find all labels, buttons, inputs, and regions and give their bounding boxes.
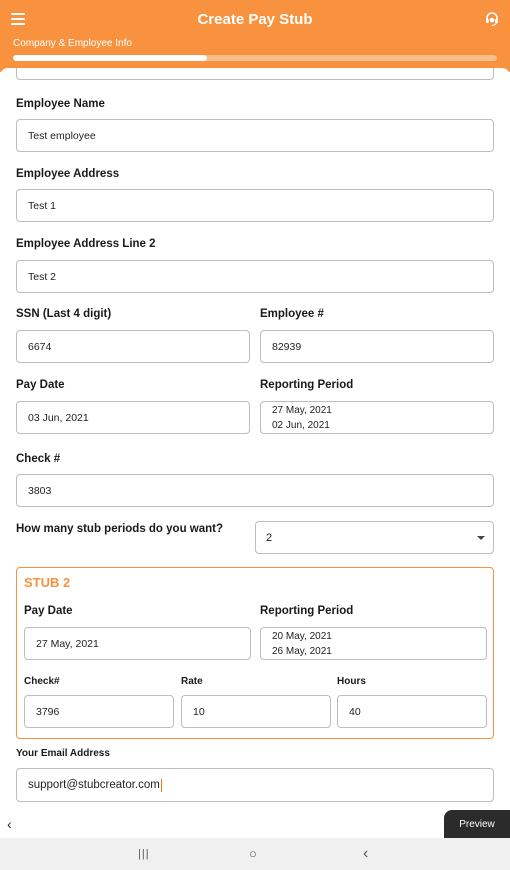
app-bar: Create Pay Stub Company & Employee Info xyxy=(0,0,510,72)
reporting-period-start: 27 May, 2021 xyxy=(272,404,332,416)
email-value: support@stubcreator.com xyxy=(28,779,160,791)
check-label: Check # xyxy=(16,453,61,465)
employee-address-label: Employee Address xyxy=(16,168,120,180)
progress-bar xyxy=(13,55,497,61)
stub2-rate-input[interactable]: 10 xyxy=(181,695,331,728)
stub2-check-label: Check# xyxy=(24,676,60,687)
stub2-pay-date-input[interactable]: 27 May, 2021 xyxy=(24,627,251,660)
pay-date-input[interactable]: 03 Jun, 2021 xyxy=(16,401,250,434)
previous-field[interactable] xyxy=(16,68,494,80)
pay-date-label: Pay Date xyxy=(16,379,65,391)
recents-button[interactable]: ||| xyxy=(138,846,150,862)
stub2-pay-date-label: Pay Date xyxy=(24,605,73,617)
stub2-check-input[interactable]: 3796 xyxy=(24,695,174,728)
stub2-rate-label: Rate xyxy=(181,676,203,687)
reporting-period-end: 02 Jun, 2021 xyxy=(272,419,330,431)
stub2-hours-input[interactable]: 40 xyxy=(337,695,487,728)
step-label: Company & Employee Info xyxy=(13,38,132,49)
form-sheet[interactable]: Employee Name Test employee Employee Add… xyxy=(0,68,510,810)
reporting-period-label: Reporting Period xyxy=(260,379,354,391)
employee-address2-label: Employee Address Line 2 xyxy=(16,238,156,250)
ssn-input[interactable]: 6674 xyxy=(16,330,250,363)
system-nav-bar: ||| ○ ‹ xyxy=(0,838,510,870)
employee-address-input[interactable]: Test 1 xyxy=(16,189,494,222)
stub-2-title: STUB 2 xyxy=(24,575,71,590)
stub2-hours-label: Hours xyxy=(337,676,366,687)
employee-number-label: Employee # xyxy=(260,308,324,320)
text-cursor xyxy=(160,778,162,792)
back-arrow-icon[interactable]: ‹ xyxy=(7,817,12,831)
ssn-label: SSN (Last 4 digit) xyxy=(16,308,112,320)
stub2-reporting-period-label: Reporting Period xyxy=(260,605,354,617)
email-input[interactable]: support@stubcreator.com xyxy=(16,768,494,802)
employee-name-label: Employee Name xyxy=(16,98,105,110)
stub2-reporting-period-end: 26 May, 2021 xyxy=(272,645,332,657)
stub-periods-select[interactable]: 2 xyxy=(255,521,494,554)
stub-periods-label: How many stub periods do you want? xyxy=(16,523,224,535)
stub2-reporting-period-input[interactable]: 20 May, 2021 26 May, 2021 xyxy=(260,627,487,660)
stub2-reporting-period-start: 20 May, 2021 xyxy=(272,630,332,642)
employee-number-input[interactable]: 82939 xyxy=(260,330,494,363)
page-title: Create Pay Stub xyxy=(197,11,313,28)
employee-name-input[interactable]: Test employee xyxy=(16,119,494,152)
reporting-period-input[interactable]: 27 May, 2021 02 Jun, 2021 xyxy=(260,401,494,434)
progress-fill xyxy=(13,55,207,61)
check-input[interactable]: 3803 xyxy=(16,474,494,507)
employee-address2-input[interactable]: Test 2 xyxy=(16,260,494,293)
stub-2-card: STUB 2 Pay Date 27 May, 2021 Reporting P… xyxy=(16,567,494,739)
home-button[interactable]: ○ xyxy=(249,846,257,862)
system-back-button[interactable]: ‹ xyxy=(363,846,368,862)
chevron-down-icon xyxy=(477,536,485,540)
preview-button[interactable]: Preview xyxy=(444,810,510,838)
email-label: Your Email Address xyxy=(16,748,110,759)
bottom-action-strip: ‹ Preview xyxy=(0,810,510,838)
support-agent-icon[interactable] xyxy=(484,11,500,27)
stub-periods-value: 2 xyxy=(266,531,273,544)
